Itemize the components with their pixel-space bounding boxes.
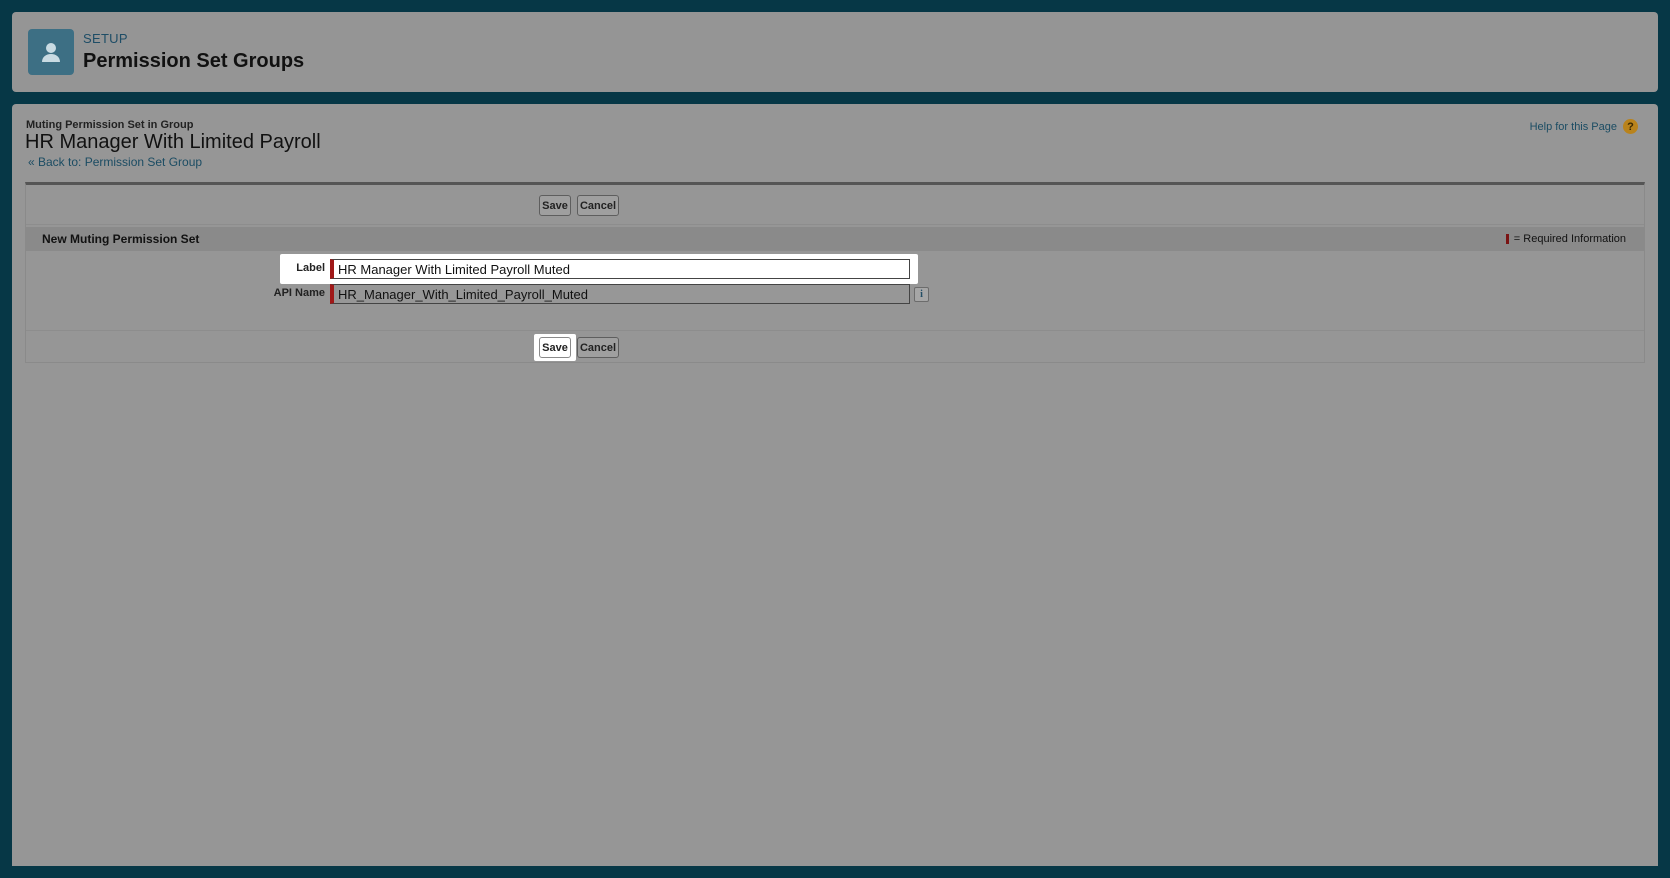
setup-title: Permission Set Groups bbox=[83, 50, 305, 72]
save-button-top[interactable]: Save bbox=[539, 195, 571, 216]
label-input[interactable]: HR Manager With Limited Payroll Muted bbox=[330, 259, 910, 279]
label-field-label: Label bbox=[296, 262, 325, 274]
section-header: New Muting Permission Set = Required Inf… bbox=[26, 227, 1644, 251]
form-block: Save Cancel New Muting Permission Set = … bbox=[25, 182, 1645, 363]
save-button-bottom[interactable]: Save bbox=[539, 337, 571, 358]
main-panel: Muting Permission Set in Group HR Manage… bbox=[12, 104, 1658, 866]
user-icon bbox=[28, 29, 74, 75]
help-link[interactable]: Help for this Page ? bbox=[1530, 119, 1638, 134]
bottom-button-row: Save Cancel bbox=[26, 330, 1644, 363]
help-link-label[interactable]: Help for this Page bbox=[1530, 121, 1617, 133]
back-link[interactable]: « Back to: Permission Set Group bbox=[28, 155, 202, 169]
help-icon[interactable]: ? bbox=[1623, 119, 1638, 134]
required-legend-text: = Required Information bbox=[1513, 233, 1626, 245]
setup-header: SETUP Permission Set Groups bbox=[12, 12, 1658, 92]
section-title: New Muting Permission Set bbox=[42, 232, 200, 246]
required-marker bbox=[1505, 234, 1509, 244]
setup-eyebrow: SETUP bbox=[83, 31, 128, 46]
page-title: HR Manager With Limited Payroll bbox=[25, 131, 321, 153]
cancel-button-bottom[interactable]: Cancel bbox=[577, 337, 619, 358]
page-eyebrow: Muting Permission Set in Group bbox=[26, 119, 194, 131]
api-name-input[interactable]: HR_Manager_With_Limited_Payroll_Muted bbox=[330, 284, 910, 304]
required-legend: = Required Information bbox=[1505, 233, 1626, 245]
api-name-field-label: API Name bbox=[273, 287, 325, 299]
cancel-button-top[interactable]: Cancel bbox=[577, 195, 619, 216]
top-button-row: Save Cancel bbox=[26, 185, 1644, 225]
info-icon[interactable]: i bbox=[914, 287, 929, 302]
